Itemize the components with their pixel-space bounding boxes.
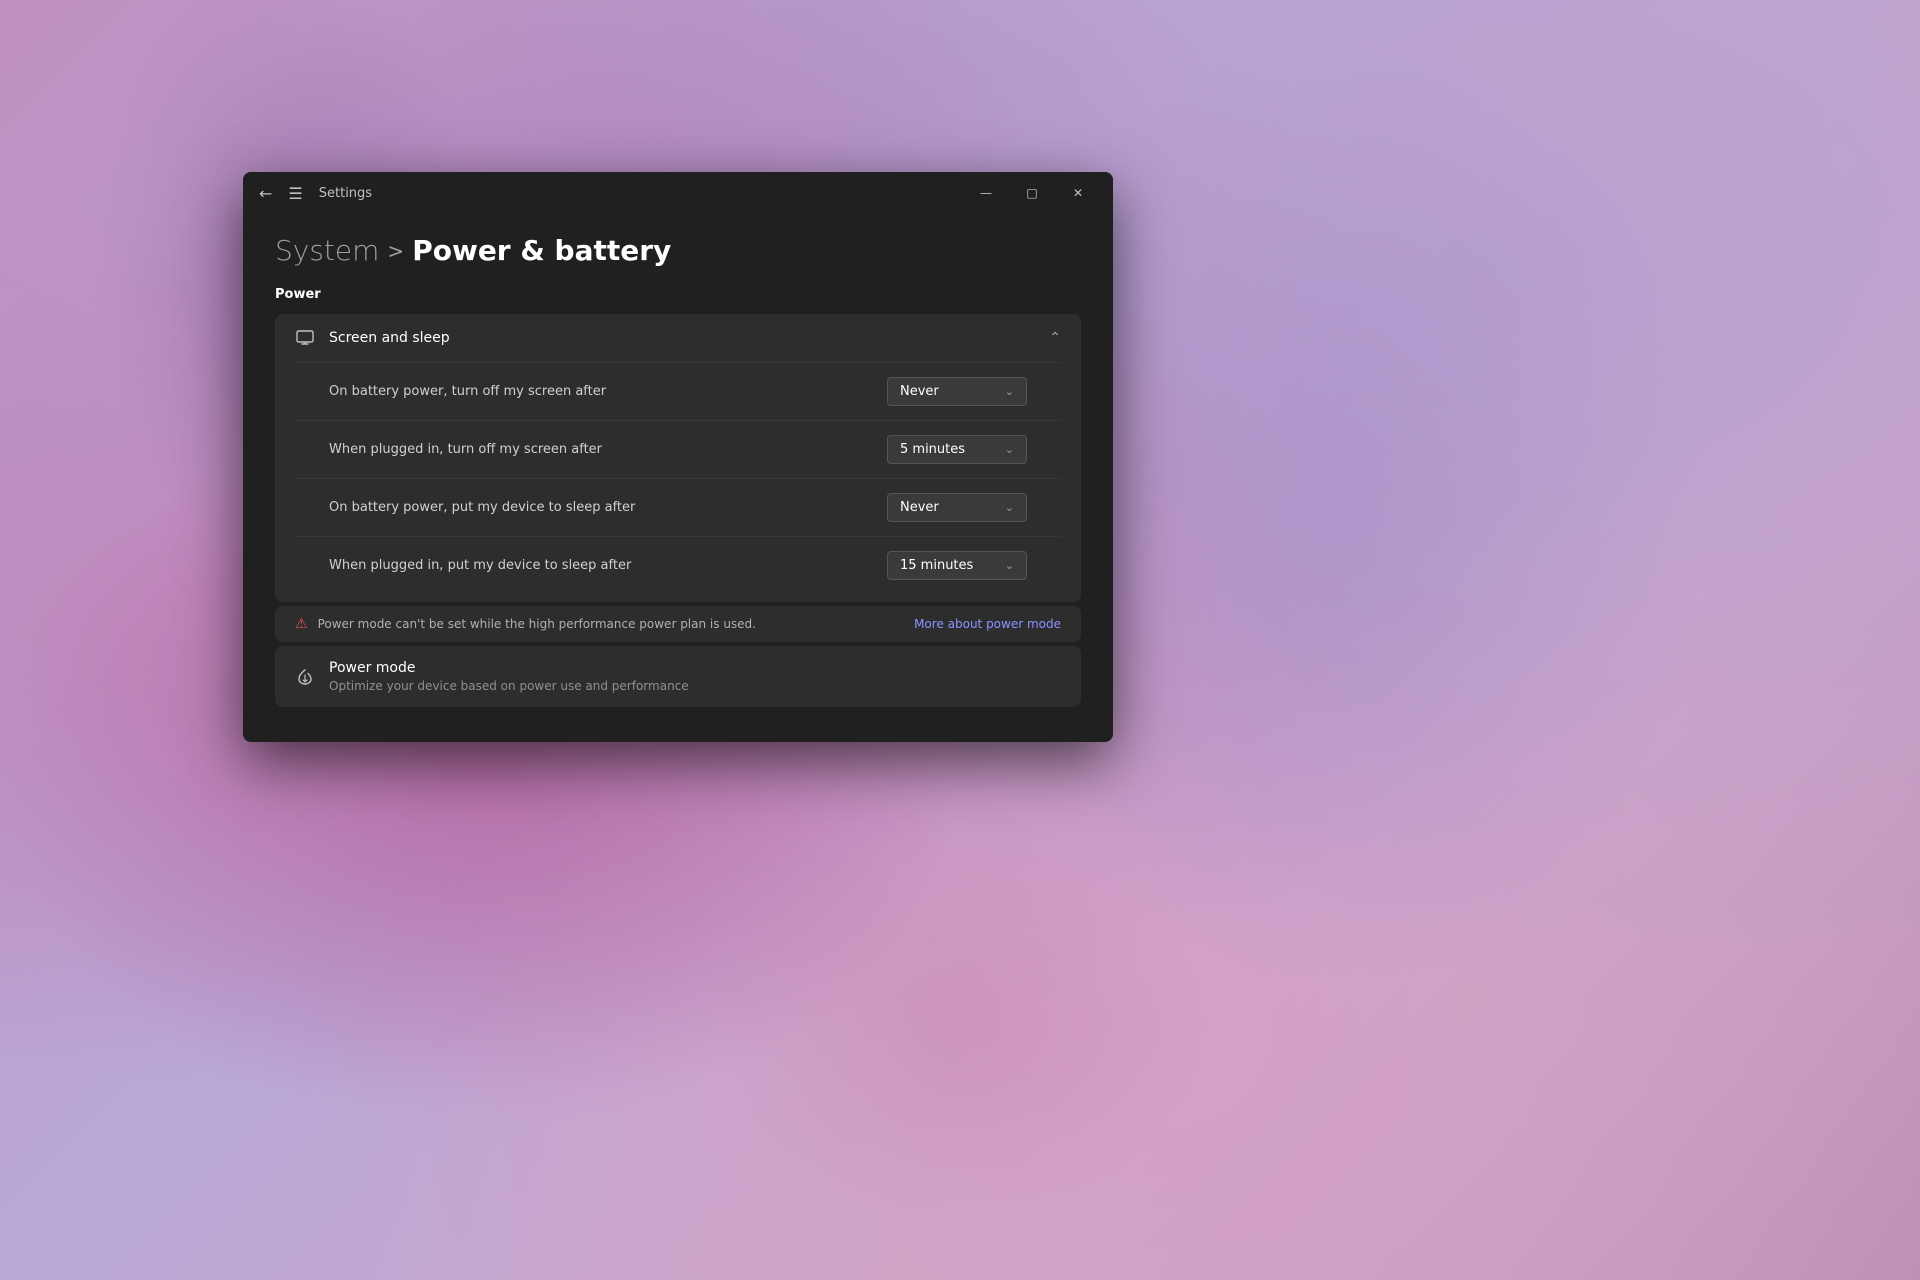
warning-icon: ⚠ xyxy=(295,616,308,632)
breadcrumb-parent[interactable]: System xyxy=(275,234,379,267)
plugged-sleep-value: 15 minutes xyxy=(900,558,973,573)
breadcrumb-current: Power & battery xyxy=(412,234,671,267)
screen-sleep-title: Screen and sleep xyxy=(329,330,1049,346)
minimize-button[interactable]: — xyxy=(963,177,1009,209)
power-mode-row[interactable]: Power mode Optimize your device based on… xyxy=(275,646,1081,707)
maximize-button[interactable]: □ xyxy=(1009,177,1055,209)
battery-screen-value: Never xyxy=(900,384,939,399)
close-button[interactable]: ✕ xyxy=(1055,177,1101,209)
plugged-sleep-dropdown[interactable]: 15 minutes ⌄ xyxy=(887,551,1027,580)
screen-sleep-body: On battery power, turn off my screen aft… xyxy=(275,362,1081,602)
chevron-up-icon: ⌃ xyxy=(1049,330,1061,346)
plugged-sleep-label: When plugged in, put my device to sleep … xyxy=(329,558,887,573)
titlebar-left-controls: ← ☰ Settings xyxy=(255,180,372,207)
breadcrumb-separator: > xyxy=(387,239,404,263)
setting-row-plugged-sleep: When plugged in, put my device to sleep … xyxy=(295,536,1061,594)
battery-screen-dropdown[interactable]: Never ⌄ xyxy=(887,377,1027,406)
settings-window: ← ☰ Settings — □ ✕ System > Power & batt… xyxy=(243,172,1113,742)
setting-row-battery-sleep: On battery power, put my device to sleep… xyxy=(295,478,1061,536)
setting-row-plugged-screen: When plugged in, turn off my screen afte… xyxy=(295,420,1061,478)
battery-sleep-dropdown[interactable]: Never ⌄ xyxy=(887,493,1027,522)
battery-sleep-value: Never xyxy=(900,500,939,515)
menu-button[interactable]: ☰ xyxy=(284,180,306,207)
power-mode-title: Power mode xyxy=(329,660,1061,676)
main-content: System > Power & battery Power Screen an… xyxy=(243,214,1113,742)
power-mode-text: Power mode Optimize your device based on… xyxy=(329,660,1061,693)
breadcrumb: System > Power & battery xyxy=(275,234,1081,267)
plugged-screen-dropdown[interactable]: 5 minutes ⌄ xyxy=(887,435,1027,464)
screen-icon xyxy=(295,328,315,348)
titlebar: ← ☰ Settings — □ ✕ xyxy=(243,172,1113,214)
warning-bar: ⚠ Power mode can't be set while the high… xyxy=(275,606,1081,642)
setting-row-battery-screen: On battery power, turn off my screen aft… xyxy=(295,362,1061,420)
dropdown-arrow-icon: ⌄ xyxy=(1005,501,1014,514)
dropdown-arrow-icon: ⌄ xyxy=(1005,559,1014,572)
plugged-screen-label: When plugged in, turn off my screen afte… xyxy=(329,442,887,457)
power-mode-icon xyxy=(295,667,315,687)
power-section-label: Power xyxy=(275,287,1081,302)
titlebar-title: Settings xyxy=(319,186,372,201)
plugged-screen-value: 5 minutes xyxy=(900,442,965,457)
screen-sleep-header[interactable]: Screen and sleep ⌃ xyxy=(275,314,1081,362)
dropdown-arrow-icon: ⌄ xyxy=(1005,443,1014,456)
more-about-power-mode-link[interactable]: More about power mode xyxy=(914,617,1061,631)
battery-sleep-label: On battery power, put my device to sleep… xyxy=(329,500,887,515)
window-controls: — □ ✕ xyxy=(963,177,1101,209)
battery-screen-label: On battery power, turn off my screen aft… xyxy=(329,384,887,399)
back-button[interactable]: ← xyxy=(255,180,276,207)
power-mode-description: Optimize your device based on power use … xyxy=(329,679,1061,693)
dropdown-arrow-icon: ⌄ xyxy=(1005,385,1014,398)
warning-text: Power mode can't be set while the high p… xyxy=(318,617,915,631)
screen-sleep-card: Screen and sleep ⌃ On battery power, tur… xyxy=(275,314,1081,602)
